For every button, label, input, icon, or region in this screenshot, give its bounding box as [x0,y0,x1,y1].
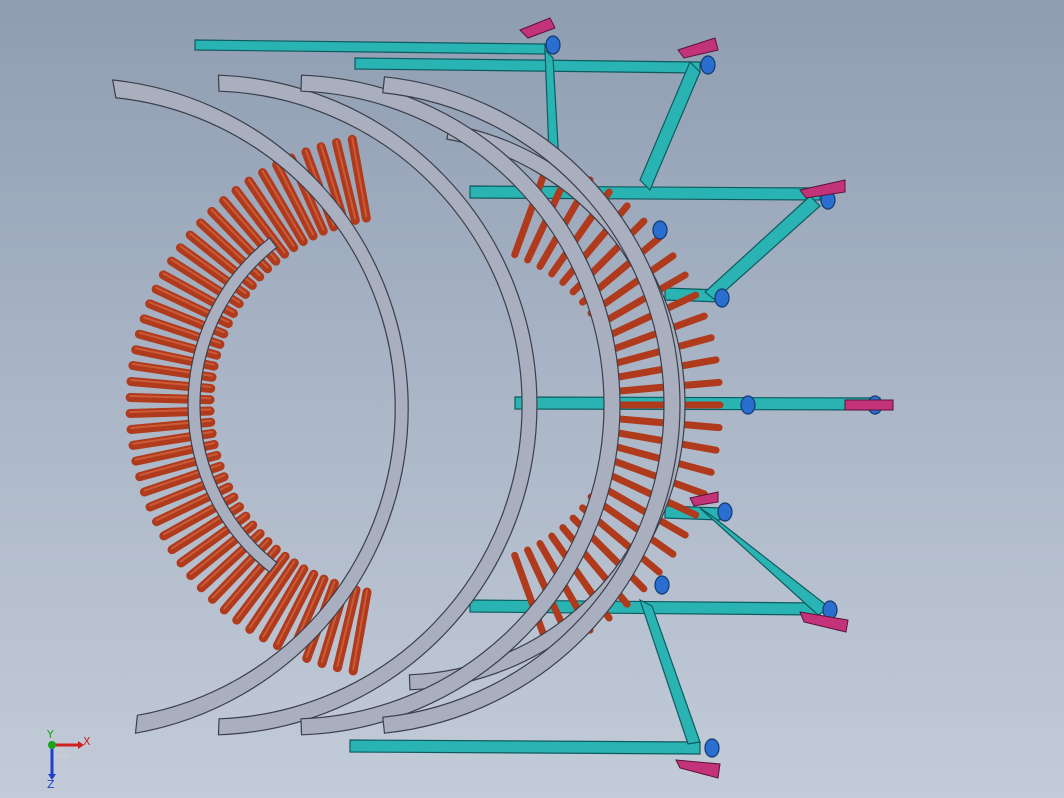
cad-viewport[interactable]: X Y Z [0,0,1064,798]
mounting-bracket [675,759,721,779]
caster-wheel-icon [652,220,668,240]
caster-wheel-icon [654,575,670,595]
y-axis-label: Y [46,730,54,741]
caster-wheel-icon [700,55,716,75]
frame-beam [349,739,701,755]
frame-brace [638,598,701,745]
caster-wheel-icon [740,395,756,415]
inner-guard-rail [187,237,278,573]
frame-brace [704,195,821,301]
frame-brace [639,60,701,192]
frame-brace [699,507,832,616]
caster-wheel-icon [714,288,730,308]
x-axis-label: X [83,735,91,748]
frame-beam [194,39,546,55]
z-axis-label: Z [47,778,55,790]
coordinate-triad: X Y Z [46,730,91,790]
mounting-bracket [519,17,556,39]
caster-wheel-icon [717,502,733,522]
caster-wheel-icon [545,35,561,55]
frame-beam [354,57,701,74]
mounting-bracket [844,399,894,411]
roller-set [125,134,724,676]
caster-wheel-icon [704,738,720,758]
y-axis-dot [48,741,56,749]
mounting-bracket [677,37,719,59]
mounting-bracket [799,179,846,199]
curved-roller-conveyor-model[interactable] [0,0,1064,798]
